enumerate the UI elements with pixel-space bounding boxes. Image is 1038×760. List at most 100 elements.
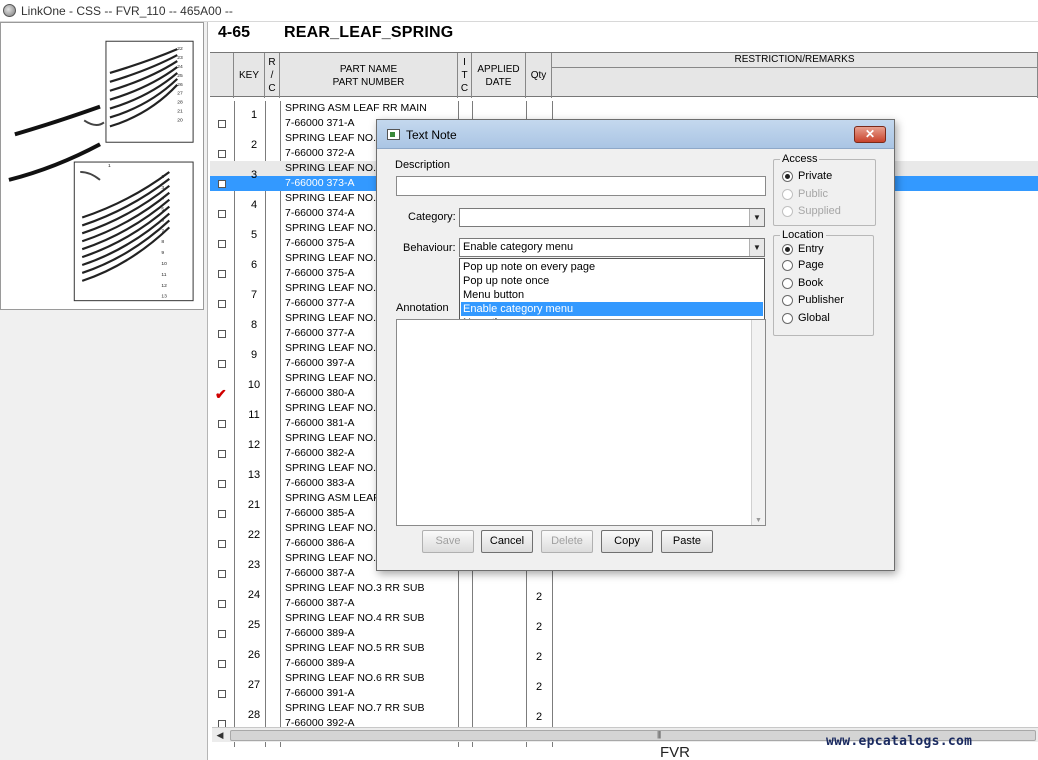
row-checkbox[interactable] (218, 510, 226, 518)
category-select[interactable]: ▼ (459, 208, 765, 227)
radio-button-icon[interactable] (782, 278, 793, 289)
row-part-number: 7-66000 381-A (285, 417, 355, 429)
close-button[interactable]: ✕ (854, 126, 886, 143)
description-field[interactable] (396, 176, 766, 196)
upper-spring-assembly (14, 104, 101, 137)
header-date-label: DATE (485, 76, 512, 88)
row-checkbox[interactable] (218, 570, 226, 578)
header-remarks[interactable]: RESTRICTION/REMARKS (552, 53, 1038, 98)
callout-number: 9 (161, 250, 164, 256)
table-row[interactable]: 24 SPRING LEAF NO.3 RR SUB 7-66000 387-A 2 (210, 581, 1038, 611)
row-checkbox[interactable] (218, 240, 226, 248)
scroll-left-arrow-icon[interactable]: ◀ (214, 730, 226, 741)
annotation-scrollbar[interactable]: ▼ (751, 320, 765, 525)
row-key: 25 (247, 619, 261, 631)
table-row[interactable]: 26 SPRING LEAF NO.5 RR SUB 7-66000 389-A 2 (210, 641, 1038, 671)
header-itc[interactable]: I T C (458, 53, 472, 98)
scroll-down-arrow-icon[interactable]: ▼ (752, 517, 765, 524)
row-part-number: 7-66000 386-A (285, 537, 355, 549)
dialog-titlebar[interactable]: Text Note ✕ (377, 120, 894, 149)
row-checkbox[interactable] (218, 270, 226, 278)
row-checkbox[interactable] (218, 690, 226, 698)
row-checkbox[interactable] (218, 180, 226, 188)
row-checkbox[interactable] (218, 450, 226, 458)
row-part-number: 7-66000 372-A (285, 147, 355, 159)
row-part-name: SPRING LEAF NO.5 RR SUB (285, 642, 425, 654)
location-group-title: Location (780, 229, 826, 241)
row-part-name: SPRING LEAF NO.6 RR SUB (285, 672, 425, 684)
row-key: 10 (247, 379, 261, 391)
row-checkbox[interactable] (218, 360, 226, 368)
table-row[interactable]: 27 SPRING LEAF NO.6 RR SUB 7-66000 391-A 2 (210, 671, 1038, 701)
header-key[interactable]: KEY (234, 53, 265, 98)
header-part[interactable]: PART NAME PART NUMBER (280, 53, 458, 98)
row-key: 8 (250, 319, 258, 331)
row-checkbox[interactable] (218, 330, 226, 338)
leaf-spring-diagram: 22232425262728212012345678910111213 (8, 40, 194, 302)
behaviour-select[interactable]: Enable category menu ▼ (459, 238, 765, 257)
radio-button-icon[interactable] (782, 313, 793, 324)
row-checkbox[interactable] (218, 660, 226, 668)
row-part-number: 7-66000 373-A (285, 177, 355, 189)
copy-button[interactable]: Copy (601, 530, 653, 553)
row-part-number: 7-66000 375-A (285, 237, 355, 249)
row-part-number: 7-66000 391-A (285, 687, 355, 699)
page-number: 4-65 (218, 24, 251, 41)
row-part-name: SPRING LEAF NO.3 RR SUB (285, 582, 425, 594)
annotation-textarea[interactable]: ▼ (396, 319, 766, 526)
row-key: 27 (247, 679, 261, 691)
table-row[interactable]: 25 SPRING LEAF NO.4 RR SUB 7-66000 389-A 2 (210, 611, 1038, 641)
chevron-down-icon[interactable]: ▼ (749, 239, 764, 256)
row-checkbox[interactable] (218, 600, 226, 608)
row-part-number: 7-66000 375-A (285, 267, 355, 279)
red-check-icon[interactable]: ✔ (215, 387, 229, 401)
row-part-name: SPRING LEAF NO.1 (285, 402, 382, 414)
radio-label: Supplied (798, 205, 841, 217)
radio-button-icon[interactable] (782, 171, 793, 182)
access-group-title: Access (780, 153, 820, 165)
header-key-label: KEY (238, 70, 259, 81)
row-key: 9 (250, 349, 258, 361)
text-note-dialog: Text Note ✕ Description Category: ▼ Beha… (376, 119, 895, 571)
header-rc-label: R / C (268, 57, 276, 94)
row-checkbox[interactable] (218, 420, 226, 428)
row-part-number: 7-66000 377-A (285, 327, 355, 339)
radio-label: Page (798, 259, 824, 271)
description-label: Description (395, 159, 451, 171)
row-part-name: SPRING LEAF NO.1 (285, 132, 382, 144)
row-checkbox[interactable] (218, 480, 226, 488)
row-key: 23 (247, 559, 261, 571)
row-part-name: SPRING LEAF NO.7 RR SUB (285, 702, 425, 714)
delete-button[interactable]: Delete (541, 530, 593, 553)
save-button[interactable]: Save (422, 530, 474, 553)
chevron-down-icon[interactable]: ▼ (749, 209, 764, 226)
row-checkbox[interactable] (218, 630, 226, 638)
callout-number: 4 (161, 196, 164, 202)
radio-button-icon[interactable] (782, 295, 793, 306)
callout-number: 21 (177, 109, 183, 115)
radio-button-icon[interactable] (782, 260, 793, 271)
radio-button-icon[interactable] (782, 244, 793, 255)
cancel-button[interactable]: Cancel (481, 530, 533, 553)
behaviour-option[interactable]: Pop up note once (461, 274, 763, 288)
row-checkbox[interactable] (218, 210, 226, 218)
behaviour-option[interactable]: Menu button (461, 288, 763, 302)
illustration-panel: 22 23 24 25 26 27 28 21 20 1 2 3 4 5 6 7 8 9 10 11 12 13 (0, 22, 208, 760)
behaviour-option[interactable]: Enable category menu (461, 302, 763, 316)
header-qty[interactable]: Qty (526, 53, 552, 98)
row-checkbox[interactable] (218, 150, 226, 158)
behaviour-option[interactable]: Pop up note on every page (461, 260, 763, 274)
row-part-name: SPRING LEAF NO.6 (285, 282, 382, 294)
radio-button-icon[interactable] (782, 189, 793, 200)
row-checkbox[interactable] (218, 120, 226, 128)
row-checkbox[interactable] (218, 300, 226, 308)
header-rc[interactable]: R / C (265, 53, 280, 98)
paste-button[interactable]: Paste (661, 530, 713, 553)
radio-button-icon[interactable] (782, 206, 793, 217)
row-checkbox[interactable] (218, 540, 226, 548)
callout-number: 25 (177, 73, 183, 79)
radio-label: Public (798, 188, 828, 200)
callout-number: 10 (161, 261, 167, 267)
parts-diagram[interactable]: 22 23 24 25 26 27 28 21 20 1 2 3 4 5 6 7 8 9 10 11 12 13 (0, 22, 204, 310)
header-applied-date[interactable]: APPLIED DATE (472, 53, 526, 98)
